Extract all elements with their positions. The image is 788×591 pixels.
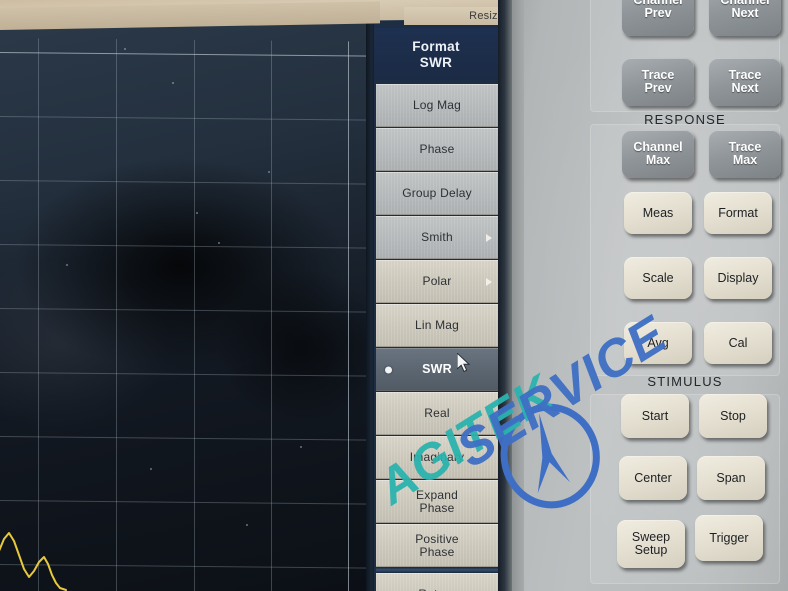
button-label-line2: Max <box>732 153 758 167</box>
softkey-positive-phase[interactable]: Positive Phase <box>376 524 498 567</box>
softkey-label: Smith <box>421 230 453 244</box>
button-trigger[interactable]: Trigger <box>695 515 763 561</box>
button-label: Cal <box>728 335 748 350</box>
softkey-label-line2: Phase <box>419 500 455 515</box>
button-label: Format <box>718 205 758 220</box>
dust-speck <box>268 171 270 173</box>
button-label-line1: Trace <box>728 68 762 82</box>
resize-handle[interactable]: Resize <box>404 7 512 25</box>
softkey-label: SWR <box>422 362 452 376</box>
softkey-return[interactable]: Return <box>376 573 498 591</box>
menu-title-line2: SWR <box>419 54 453 70</box>
section-label-response: RESPONSE <box>644 112 726 127</box>
softkey-label: Polar <box>422 274 452 288</box>
dust-speck <box>172 82 174 84</box>
softkey-polar[interactable]: Polar <box>376 260 498 303</box>
button-label: Display <box>717 270 759 285</box>
button-channel-max[interactable]: Channel Max <box>622 130 694 178</box>
button-format[interactable]: Format <box>704 192 772 234</box>
softkey-smith[interactable]: Smith <box>376 216 498 259</box>
button-label-line2: Next <box>731 81 759 95</box>
softkey-label-line1: Positive <box>415 531 459 546</box>
button-trace-max[interactable]: Trace Max <box>709 130 781 178</box>
button-sweep-setup[interactable]: Sweep Setup <box>617 520 685 568</box>
panel-left-edge-inner <box>512 0 524 591</box>
panel-left-edge <box>498 0 512 591</box>
button-span[interactable]: Span <box>697 456 765 500</box>
softkey-label-line1: Expand <box>416 487 458 502</box>
button-trace-prev[interactable]: Trace Prev <box>622 58 694 106</box>
chevron-right-icon <box>486 277 492 286</box>
button-label: Center <box>634 470 672 485</box>
button-label: Start <box>641 408 669 423</box>
button-label-line2: Max <box>645 153 671 167</box>
softkey-phase[interactable]: Phase <box>376 128 498 171</box>
button-stop[interactable]: Stop <box>699 394 767 438</box>
button-label-line2: Prev <box>644 6 672 20</box>
softkey-label: Real <box>424 406 450 420</box>
softkey-list: Log Mag Phase Group Delay Smith Polar Li… <box>376 84 498 591</box>
softkey-real[interactable]: Real <box>376 392 498 435</box>
softkey-label: Imaginary <box>409 450 465 464</box>
button-label-line1: Sweep <box>631 530 671 544</box>
softkey-menu[interactable]: Format SWR Log Mag Phase Group Delay Smi… <box>374 16 498 591</box>
button-start[interactable]: Start <box>621 394 689 438</box>
softkey-label: Phase <box>419 142 455 156</box>
button-meas[interactable]: Meas <box>624 192 692 234</box>
dust-speck <box>196 212 198 214</box>
button-cal[interactable]: Cal <box>704 322 772 364</box>
button-trace-next[interactable]: Trace Next <box>709 58 781 106</box>
softkey-imaginary[interactable]: Imaginary <box>376 436 498 479</box>
button-label: Stop <box>720 408 746 423</box>
measurement-grid <box>0 38 374 591</box>
button-label: Avg <box>647 335 669 350</box>
menu-separator <box>376 568 498 572</box>
softkey-lin-mag[interactable]: Lin Mag <box>376 304 498 347</box>
button-label: Trigger <box>709 530 749 545</box>
button-label-line1: Channel <box>633 140 683 154</box>
menu-title: Format SWR <box>374 28 498 80</box>
button-label-line1: Trace <box>728 140 762 154</box>
mouse-cursor <box>457 353 471 373</box>
vna-display[interactable] <box>0 16 374 591</box>
chevron-right-icon <box>486 233 492 242</box>
softkey-swr[interactable]: SWR <box>376 348 498 391</box>
softkey-expand-phase[interactable]: Expand Phase <box>376 480 498 523</box>
softkey-group-delay[interactable]: Group Delay <box>376 172 498 215</box>
button-center[interactable]: Center <box>619 456 687 500</box>
button-channel-next[interactable]: Channel Next <box>709 0 781 36</box>
menu-title-line1: Format <box>412 38 460 54</box>
button-label: Span <box>716 470 746 485</box>
section-label-stimulus: STIMULUS <box>647 374 723 389</box>
front-panel: RESPONSE STIMULUS Channel Prev Channel N… <box>498 0 788 591</box>
dust-speck <box>150 468 152 470</box>
button-label-line1: Trace <box>641 68 675 82</box>
button-channel-prev[interactable]: Channel Prev <box>622 0 694 36</box>
softkey-label-line2: Phase <box>419 544 455 559</box>
softkey-label: Lin Mag <box>414 318 460 332</box>
instrument-photo: Format SWR Log Mag Phase Group Delay Smi… <box>0 0 788 591</box>
dust-speck <box>218 242 220 244</box>
button-label-line2: Setup <box>634 543 668 557</box>
dust-speck <box>66 264 68 266</box>
button-scale[interactable]: Scale <box>624 257 692 299</box>
dust-speck <box>246 524 248 526</box>
button-avg[interactable]: Avg <box>624 322 692 364</box>
button-label: Scale <box>642 270 674 285</box>
softkey-log-mag[interactable]: Log Mag <box>376 84 498 127</box>
button-label-line2: Prev <box>644 81 672 95</box>
button-display[interactable]: Display <box>704 257 772 299</box>
button-label: Meas <box>642 205 674 220</box>
dust-speck <box>300 446 302 448</box>
radio-selected-icon <box>385 366 392 373</box>
softkey-label: Log Mag <box>412 98 462 112</box>
softkey-label: Group Delay <box>402 186 472 200</box>
dust-speck <box>124 48 126 50</box>
measurement-trace <box>0 532 67 591</box>
button-label-line2: Next <box>731 6 759 20</box>
